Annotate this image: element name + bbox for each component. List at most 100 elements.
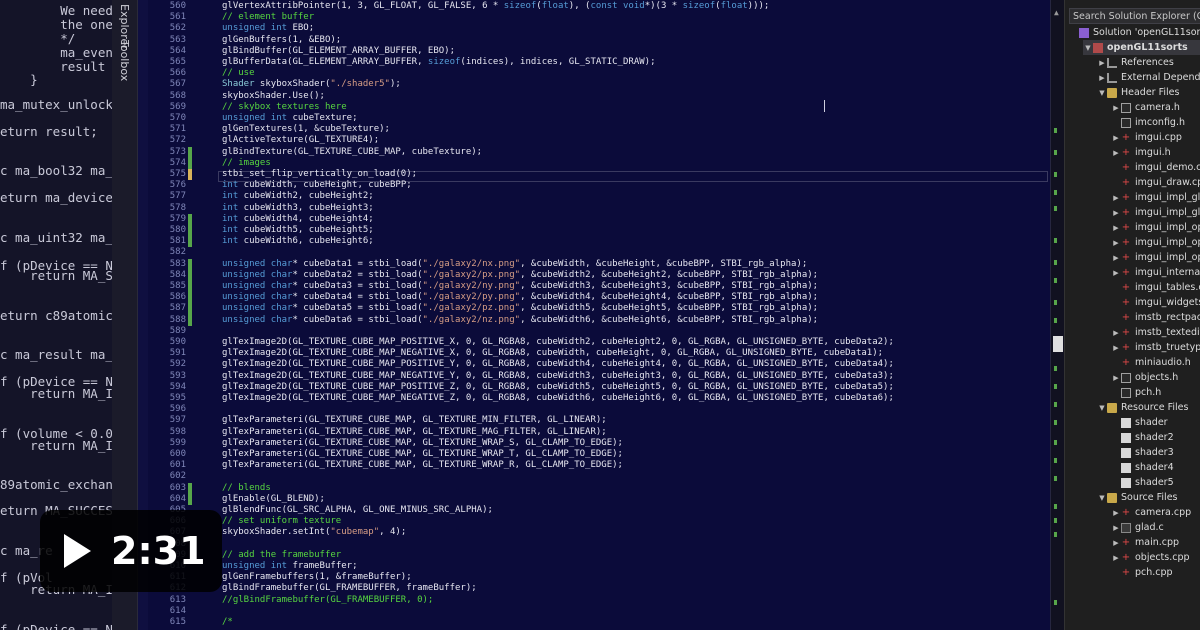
code-line[interactable]: glTexParameteri(GL_TEXTURE_CUBE_MAP, GL_… <box>222 460 623 470</box>
solution-tree-item[interactable]: ▶ References <box>1097 55 1200 70</box>
code-line[interactable]: // use <box>222 68 255 78</box>
solution-tree-item[interactable]: ▶+ imstb_truetype.h <box>1111 340 1200 355</box>
scrollbar-thumb[interactable] <box>1053 336 1063 352</box>
code-line[interactable]: // element buffer <box>222 12 314 22</box>
solution-tree-item[interactable]: ▶+ imgui_impl_opengl <box>1111 220 1200 235</box>
code-line[interactable]: unsigned int cubeTexture; <box>222 113 358 123</box>
solution-tree-item[interactable]: ▶+ imstb_textedit.h <box>1111 325 1200 340</box>
solution-tree-item[interactable]: ▶+ imgui_impl_opengl <box>1111 250 1200 265</box>
code-line[interactable]: unsigned char* cubeData2 = stbi_load("./… <box>222 270 818 280</box>
code-line[interactable]: glGenTextures(1, &cubeTexture); <box>222 124 390 134</box>
tree-expander-icon[interactable]: ▶ <box>1111 539 1121 547</box>
tree-expander-icon[interactable]: ▶ <box>1111 194 1121 202</box>
solution-tree-item[interactable]: ▶ + objects.cpp <box>1111 550 1200 565</box>
tree-expander-icon[interactable]: ▼ <box>1097 89 1107 97</box>
code-line[interactable]: glBlendFunc(GL_SRC_ALPHA, GL_ONE_MINUS_S… <box>222 505 493 515</box>
code-line[interactable]: int cubeWidth3, cubeHeight3; <box>222 203 374 213</box>
tree-expander-icon[interactable]: ▶ <box>1111 344 1121 352</box>
tree-expander-icon[interactable]: ▼ <box>1097 404 1107 412</box>
code-line[interactable]: glTexImage2D(GL_TEXTURE_CUBE_MAP_NEGATIV… <box>222 393 894 403</box>
solution-tree-item[interactable]: shader4 <box>1111 460 1200 475</box>
code-line[interactable]: int cubeWidth2, cubeHeight2; <box>222 191 374 201</box>
video-play-badge[interactable]: 2:31 <box>40 510 222 592</box>
code-line[interactable]: int cubeWidth6, cubeHeight6; <box>222 236 374 246</box>
tree-expander-icon[interactable]: ▶ <box>1097 59 1107 67</box>
code-line[interactable]: unsigned char* cubeData6 = stbi_load("./… <box>222 315 818 325</box>
code-line[interactable]: glBindBuffer(GL_ELEMENT_ARRAY_BUFFER, EB… <box>222 46 455 56</box>
tree-expander-icon[interactable]: ▶ <box>1111 134 1121 142</box>
tree-expander-icon[interactable]: ▶ <box>1111 254 1121 262</box>
solution-tree-item[interactable]: ▶ + main.cpp <box>1111 535 1200 550</box>
code-line[interactable]: glBindTexture(GL_TEXTURE_CUBE_MAP, cubeT… <box>222 147 482 157</box>
solution-tree-item[interactable]: ▼ Resource Files <box>1097 400 1200 415</box>
tree-expander-icon[interactable]: ▼ <box>1083 44 1093 52</box>
code-line[interactable]: glVertexAttribPointer(1, 3, GL_FLOAT, GL… <box>222 1 769 11</box>
code-line[interactable]: int cubeWidth4, cubeHeight4; <box>222 214 374 224</box>
solution-tree-item[interactable]: ▶ objects.h <box>1111 370 1200 385</box>
code-line[interactable]: unsigned char* cubeData5 = stbi_load("./… <box>222 303 818 313</box>
solution-tree-item[interactable]: shader3 <box>1111 445 1200 460</box>
code-line[interactable]: glTexImage2D(GL_TEXTURE_CUBE_MAP_POSITIV… <box>222 382 894 392</box>
solution-explorer-search-input[interactable]: Search Solution Explorer (Ctrl+;) <box>1069 8 1200 24</box>
code-line[interactable]: glTexParameteri(GL_TEXTURE_CUBE_MAP, GL_… <box>222 449 623 459</box>
solution-tree-item[interactable]: + imgui_tables.cpp <box>1111 280 1200 295</box>
code-editor[interactable]: 560 561 562 563 564 565 566 567 568 569 570 571 572 5… <box>138 0 1050 630</box>
code-line[interactable]: unsigned int EBO; <box>222 23 314 33</box>
code-line[interactable]: glTexImage2D(GL_TEXTURE_CUBE_MAP_POSITIV… <box>222 359 894 369</box>
solution-tree-item[interactable]: + imgui_draw.cpp <box>1111 175 1200 190</box>
code-line[interactable]: skyboxShader.Use(); <box>222 91 325 101</box>
solution-tree-item[interactable]: ▶ + imgui.cpp <box>1111 130 1200 145</box>
solution-tree-item[interactable]: + imstb_rectpack.h <box>1111 310 1200 325</box>
code-line[interactable]: glBindFramebuffer(GL_FRAMEBUFFER, frameB… <box>222 583 477 593</box>
tree-expander-icon[interactable]: ▶ <box>1111 554 1121 562</box>
code-line[interactable]: unsigned char* cubeData1 = stbi_load("./… <box>222 259 807 269</box>
solution-tree-item[interactable]: ▶ + imgui.h <box>1111 145 1200 160</box>
tree-expander-icon[interactable]: ▶ <box>1111 524 1121 532</box>
solution-tree-item[interactable]: ▼ Header Files <box>1097 85 1200 100</box>
code-line[interactable]: unsigned char* cubeData3 = stbi_load("./… <box>222 281 818 291</box>
code-line[interactable]: unsigned int frameBuffer; <box>222 561 358 571</box>
code-line[interactable]: int cubeWidth5, cubeHeight5; <box>222 225 374 235</box>
solution-tree-item[interactable]: ▶ + camera.cpp <box>1111 505 1200 520</box>
solution-tree-item[interactable]: + miniaudio.h <box>1111 355 1200 370</box>
solution-tree-item[interactable]: ▶ glad.c <box>1111 520 1200 535</box>
code-text-area[interactable]: glVertexAttribPointer(1, 3, GL_FLOAT, GL… <box>222 0 1050 630</box>
tree-expander-icon[interactable]: ▶ <box>1111 269 1121 277</box>
tree-expander-icon[interactable]: ▶ <box>1111 224 1121 232</box>
solution-tree-item[interactable]: ▶ camera.h <box>1111 100 1200 115</box>
tree-expander-icon[interactable]: ▶ <box>1111 104 1121 112</box>
code-line[interactable]: glGenBuffers(1, &EBO); <box>222 35 341 45</box>
tree-expander-icon[interactable]: ▶ <box>1111 509 1121 517</box>
code-line[interactable]: stbi_set_flip_vertically_on_load(0); <box>222 169 417 179</box>
solution-tree-item[interactable]: shader2 <box>1111 430 1200 445</box>
scroll-up-icon[interactable]: ▲ <box>1054 8 1062 17</box>
solution-tree-item[interactable]: imconfig.h <box>1111 115 1200 130</box>
code-line[interactable]: skyboxShader.setInt("cubemap", 4); <box>222 527 406 537</box>
code-line[interactable]: // set uniform texture <box>222 516 341 526</box>
code-line[interactable]: // blends <box>222 483 271 493</box>
code-line[interactable]: Shader skyboxShader("./shader5"); <box>222 79 401 89</box>
code-line[interactable]: glTexImage2D(GL_TEXTURE_CUBE_MAP_POSITIV… <box>222 337 894 347</box>
solution-tree-item[interactable]: + imgui_demo.cpp <box>1111 160 1200 175</box>
play-icon[interactable] <box>64 534 91 568</box>
solution-tree-item[interactable]: pch.h <box>1111 385 1200 400</box>
solution-tree-item[interactable]: ▼ openGL11sorts <box>1083 40 1200 55</box>
tree-expander-icon[interactable]: ▶ <box>1111 149 1121 157</box>
solution-tree-item[interactable]: ▶+ imgui_impl_opengl <box>1111 235 1200 250</box>
editor-vertical-scrollbar[interactable]: ▲ <box>1050 0 1064 630</box>
code-line[interactable]: glTexImage2D(GL_TEXTURE_CUBE_MAP_NEGATIV… <box>222 371 894 381</box>
code-line[interactable]: //glBindFramebuffer(GL_FRAMEBUFFER, 0); <box>222 595 433 605</box>
solution-tree-item[interactable]: ▶+ imgui_impl_glfw <box>1111 205 1200 220</box>
tree-expander-icon[interactable]: ▶ <box>1111 239 1121 247</box>
code-line[interactable]: /* <box>222 617 233 627</box>
tree-expander-icon[interactable]: ▶ <box>1097 74 1107 82</box>
solution-tree-item[interactable]: shader5 <box>1111 475 1200 490</box>
tab-toolbox[interactable]: Toolbox <box>118 40 131 81</box>
solution-tree-item[interactable]: ▶+ imgui_internal.h <box>1111 265 1200 280</box>
solution-tree-item[interactable]: ▶+ imgui_impl_glfw <box>1111 190 1200 205</box>
solution-tree-item[interactable]: + pch.cpp <box>1111 565 1200 580</box>
code-line[interactable]: glBufferData(GL_ELEMENT_ARRAY_BUFFER, si… <box>222 57 656 67</box>
code-line[interactable]: glTexImage2D(GL_TEXTURE_CUBE_MAP_NEGATIV… <box>222 348 883 358</box>
code-line[interactable]: glGenFramebuffers(1, &frameBuffer); <box>222 572 412 582</box>
solution-tree-item[interactable]: Solution 'openGL11sorts' <box>1069 25 1200 40</box>
